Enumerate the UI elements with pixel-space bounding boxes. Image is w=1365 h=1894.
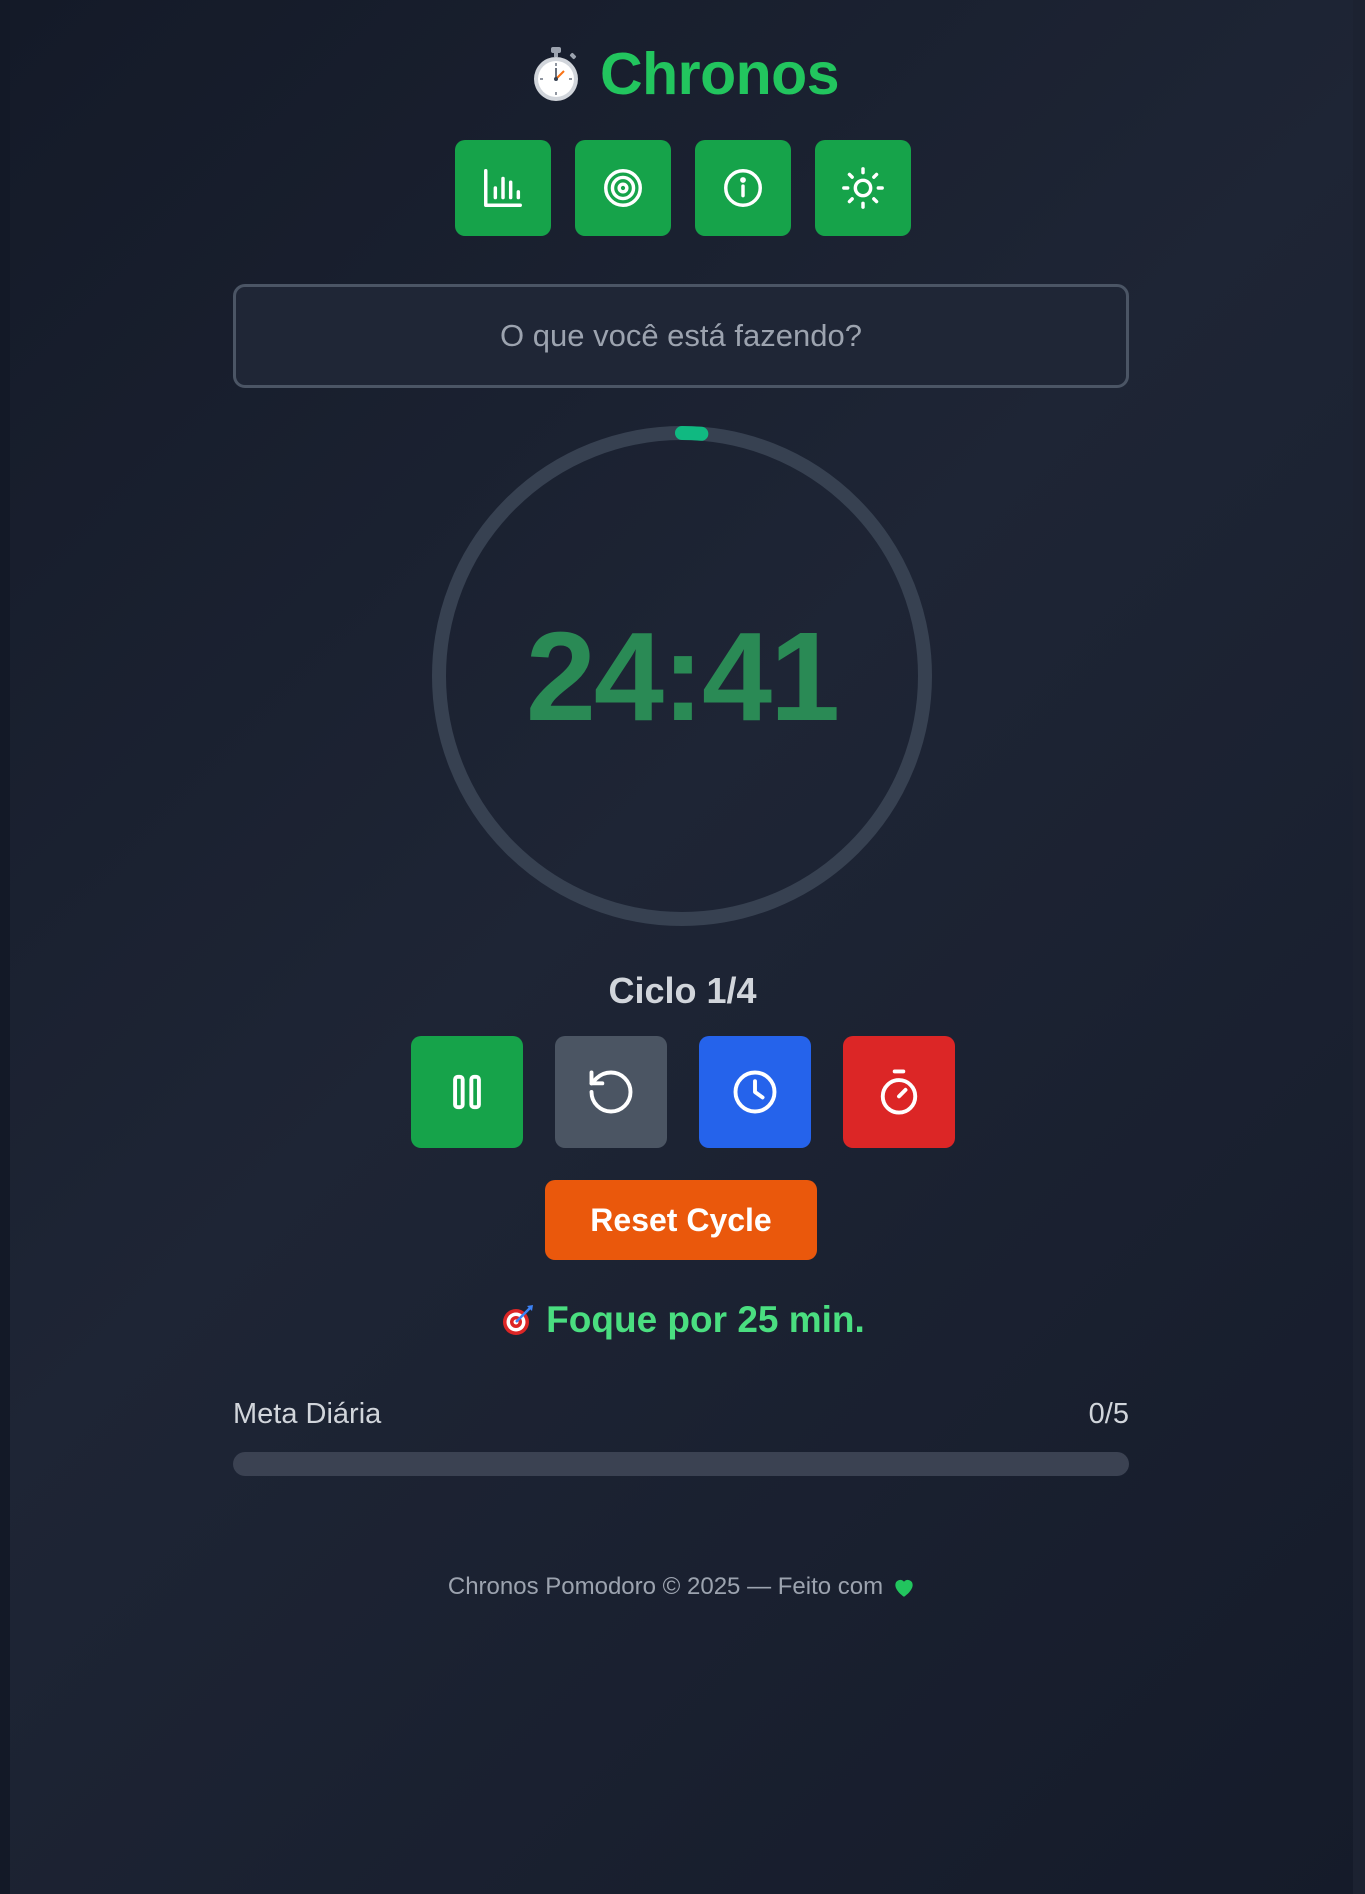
daily-goal-progress-bar xyxy=(233,1452,1129,1476)
footer-text: Chronos Pomodoro © 2025 — Feito com xyxy=(447,1573,884,1600)
timer-button[interactable] xyxy=(842,1036,955,1148)
timer-display: 24:41 xyxy=(432,426,932,926)
info-icon xyxy=(723,169,762,207)
stats-button[interactable] xyxy=(454,140,551,236)
daily-goal-label: Meta Diária xyxy=(233,1398,382,1430)
timer-icon xyxy=(880,1069,917,1115)
pause-button[interactable] xyxy=(410,1036,523,1148)
rotate-ccw-icon xyxy=(589,1070,632,1114)
toolbar xyxy=(0,140,1365,236)
stopwatch-icon xyxy=(533,47,578,101)
bar-chart-icon xyxy=(483,169,522,207)
focus-text: Foque por 25 min. xyxy=(546,1299,865,1340)
restart-button[interactable] xyxy=(554,1036,667,1148)
task-input-container xyxy=(233,284,1129,388)
timer-countdown: 24:41 xyxy=(525,605,840,747)
cycle-counter: Ciclo 1/4 xyxy=(608,970,757,1011)
info-button[interactable] xyxy=(694,140,791,236)
app-header: Chronos xyxy=(0,38,1365,110)
app-container: Chronos O que você está fazendo? 24:41 C… xyxy=(0,0,1365,1894)
daily-goal-count: 0/5 xyxy=(1088,1398,1129,1430)
goals-button[interactable] xyxy=(574,140,671,236)
app-title: Chronos xyxy=(599,41,840,107)
pause-icon xyxy=(452,1074,481,1110)
footer: Chronos Pomodoro © 2025 — Feito com xyxy=(0,1573,1365,1601)
sun-icon xyxy=(841,167,884,209)
theme-toggle-button[interactable] xyxy=(814,140,911,236)
dart-target-icon xyxy=(503,1305,534,1335)
target-icon xyxy=(603,169,642,207)
timer-controls xyxy=(0,1036,1365,1148)
green-heart-icon xyxy=(895,1579,913,1597)
reset-cycle-button[interactable]: Reset Cycle xyxy=(545,1180,817,1260)
clock-icon xyxy=(733,1070,776,1114)
focus-message: Foque por 25 min. xyxy=(0,1298,1365,1342)
clock-button[interactable] xyxy=(698,1036,811,1148)
task-input[interactable] xyxy=(236,287,1126,385)
daily-goal-header: Meta Diária 0/5 xyxy=(233,1398,1129,1431)
